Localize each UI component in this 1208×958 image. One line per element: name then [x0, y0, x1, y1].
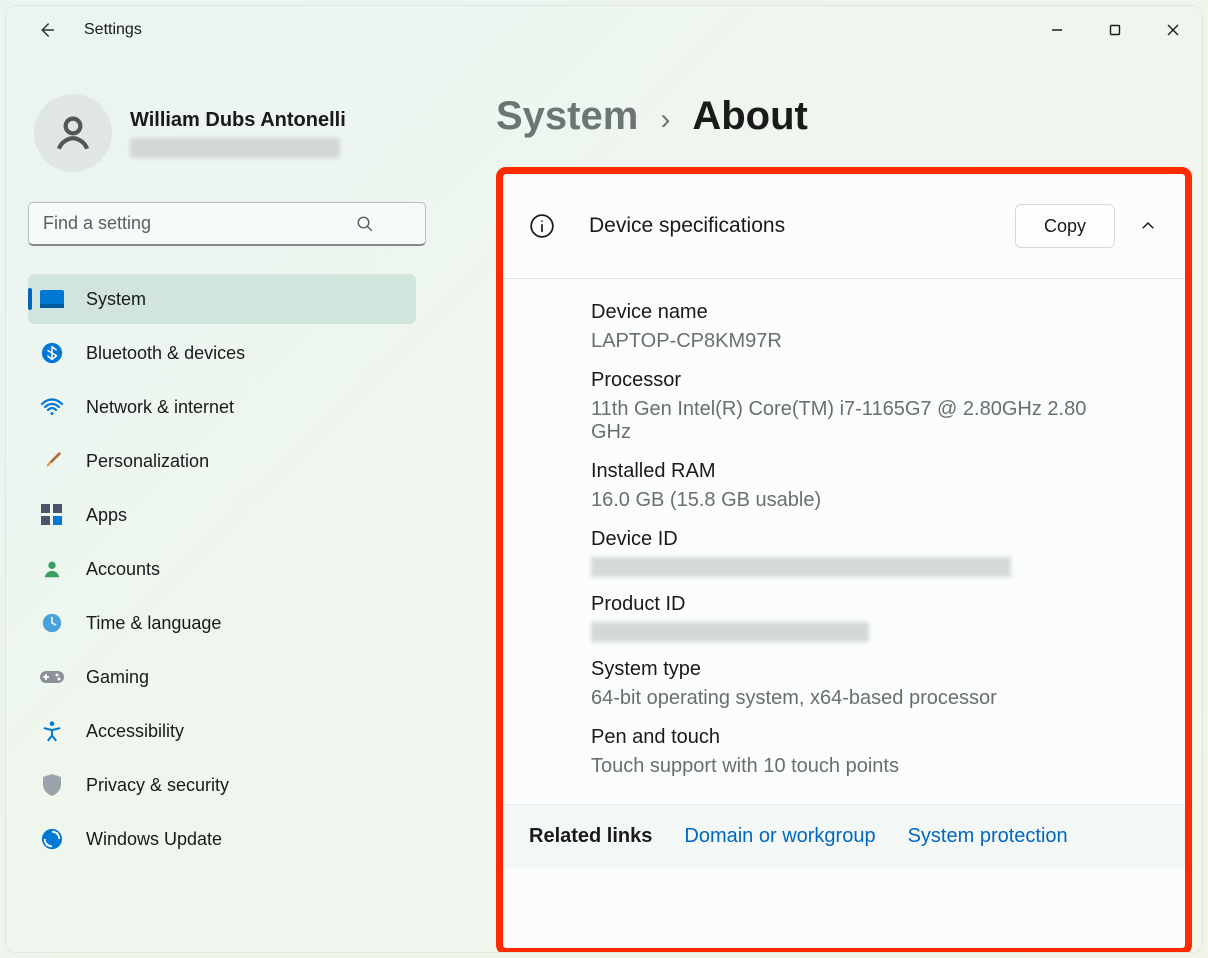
spec-value: 11th Gen Intel(R) Core(TM) i7-1165G7 @ 2…: [591, 398, 1111, 444]
chevron-up-icon[interactable]: [1139, 217, 1157, 235]
sidebar-item-apps[interactable]: Apps: [28, 490, 416, 540]
info-icon: [529, 213, 555, 239]
user-icon: [52, 112, 94, 154]
sidebar-item-label: Accessibility: [86, 721, 184, 742]
back-button[interactable]: [26, 10, 66, 50]
gamepad-icon: [40, 665, 64, 689]
maximize-button[interactable]: [1086, 10, 1144, 50]
window-controls: [1028, 10, 1202, 50]
update-icon: [40, 827, 64, 851]
sidebar-item-time-language[interactable]: Time & language: [28, 598, 416, 648]
spec-label: Pen and touch: [591, 726, 1149, 749]
sidebar-item-label: Network & internet: [86, 397, 234, 418]
sidebar-item-personalization[interactable]: Personalization: [28, 436, 416, 486]
spec-system-type: System type 64-bit operating system, x64…: [591, 658, 1149, 710]
sidebar-item-label: Gaming: [86, 667, 149, 688]
titlebar: Settings: [6, 6, 1202, 54]
sidebar-item-network[interactable]: Network & internet: [28, 382, 416, 432]
sidebar-item-label: Accounts: [86, 559, 160, 580]
brush-icon: [40, 449, 64, 473]
accounts-icon: [40, 557, 64, 581]
spec-value-redacted: [591, 557, 1011, 577]
spec-product-id: Product ID: [591, 593, 1149, 642]
sidebar-item-label: System: [86, 289, 146, 310]
user-name: William Dubs Antonelli: [130, 109, 346, 132]
search-wrapper: [28, 202, 416, 246]
sidebar-item-label: Windows Update: [86, 829, 222, 850]
copy-button[interactable]: Copy: [1015, 204, 1115, 248]
apps-icon: [40, 503, 64, 527]
avatar: [34, 94, 112, 172]
related-links-label: Related links: [529, 825, 652, 848]
sidebar-item-label: Apps: [86, 505, 127, 526]
sidebar-item-label: Personalization: [86, 451, 209, 472]
accessibility-icon: [40, 719, 64, 743]
wifi-icon: [40, 395, 64, 419]
spec-ram: Installed RAM 16.0 GB (15.8 GB usable): [591, 460, 1149, 512]
spec-value: 64-bit operating system, x64-based proce…: [591, 687, 1149, 710]
spec-label: Device ID: [591, 528, 1149, 551]
sidebar-item-privacy[interactable]: Privacy & security: [28, 760, 416, 810]
spec-label: Processor: [591, 369, 1149, 392]
sidebar-item-bluetooth[interactable]: Bluetooth & devices: [28, 328, 416, 378]
breadcrumb-current: About: [692, 94, 808, 139]
user-profile[interactable]: William Dubs Antonelli: [28, 94, 416, 172]
spec-label: Installed RAM: [591, 460, 1149, 483]
breadcrumb: System › About: [496, 94, 1192, 139]
card-header[interactable]: Device specifications Copy: [503, 174, 1185, 279]
minimize-button[interactable]: [1028, 10, 1086, 50]
link-domain-workgroup[interactable]: Domain or workgroup: [684, 825, 875, 848]
sidebar-item-accessibility[interactable]: Accessibility: [28, 706, 416, 756]
spec-label: Device name: [591, 301, 1149, 324]
minimize-icon: [1051, 24, 1063, 36]
spec-device-id: Device ID: [591, 528, 1149, 577]
link-system-protection[interactable]: System protection: [908, 825, 1068, 848]
system-icon: [40, 287, 64, 311]
back-arrow-icon: [37, 21, 55, 39]
spec-value-redacted: [591, 622, 869, 642]
sidebar: William Dubs Antonelli System: [6, 54, 436, 952]
maximize-icon: [1109, 24, 1121, 36]
breadcrumb-parent[interactable]: System: [496, 94, 638, 139]
spec-label: Product ID: [591, 593, 1149, 616]
spec-label: System type: [591, 658, 1149, 681]
device-specifications-card: Device specifications Copy Device name L…: [496, 167, 1192, 952]
clock-globe-icon: [40, 611, 64, 635]
spec-value: 16.0 GB (15.8 GB usable): [591, 489, 1149, 512]
search-icon: [356, 215, 374, 233]
card-title: Device specifications: [589, 214, 1015, 238]
shield-icon: [40, 773, 64, 797]
settings-window: Settings Wi: [6, 6, 1202, 952]
sidebar-item-windows-update[interactable]: Windows Update: [28, 814, 416, 864]
bluetooth-icon: [40, 341, 64, 365]
spec-list: Device name LAPTOP-CP8KM97R Processor 11…: [503, 279, 1185, 804]
main-content: System › About Device specifications Cop…: [436, 54, 1202, 952]
spec-value: LAPTOP-CP8KM97R: [591, 330, 1149, 353]
spec-device-name: Device name LAPTOP-CP8KM97R: [591, 301, 1149, 353]
sidebar-item-label: Time & language: [86, 613, 221, 634]
close-icon: [1167, 24, 1179, 36]
breadcrumb-separator: ›: [660, 103, 670, 137]
close-button[interactable]: [1144, 10, 1202, 50]
sidebar-nav: System Bluetooth & devices Network & int…: [28, 274, 416, 864]
spec-processor: Processor 11th Gen Intel(R) Core(TM) i7-…: [591, 369, 1149, 444]
related-links-row: Related links Domain or workgroup System…: [503, 804, 1185, 868]
sidebar-item-label: Privacy & security: [86, 775, 229, 796]
spec-pen-touch: Pen and touch Touch support with 10 touc…: [591, 726, 1149, 778]
sidebar-item-accounts[interactable]: Accounts: [28, 544, 416, 594]
sidebar-item-label: Bluetooth & devices: [86, 343, 245, 364]
window-title: Settings: [84, 21, 142, 39]
sidebar-item-system[interactable]: System: [28, 274, 416, 324]
spec-value: Touch support with 10 touch points: [591, 755, 1149, 778]
sidebar-item-gaming[interactable]: Gaming: [28, 652, 416, 702]
user-email-redacted: [130, 138, 340, 158]
